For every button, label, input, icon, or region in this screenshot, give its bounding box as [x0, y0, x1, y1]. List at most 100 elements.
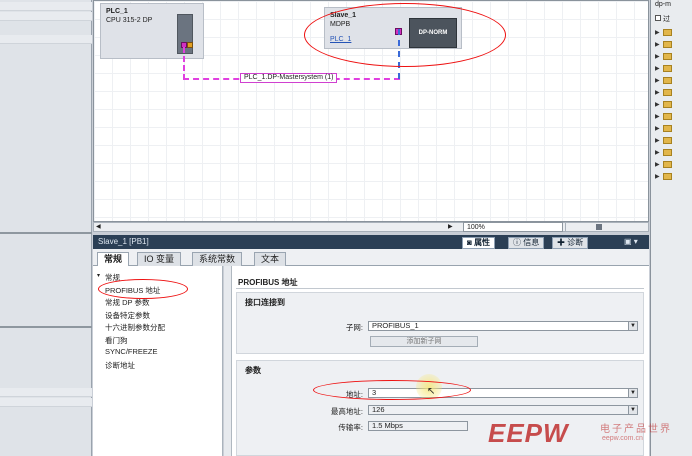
nav-highlight-ellipse — [98, 279, 188, 299]
chevron-down-icon: ▼ — [628, 406, 637, 414]
interface-section-title: 接口连接到 — [245, 298, 285, 307]
scroll-right-icon[interactable]: ▶ — [448, 223, 453, 230]
chevron-down-icon[interactable]: ▼ — [628, 322, 637, 330]
tab-properties-label: 属性 — [474, 238, 491, 247]
info-icon: ⓘ — [513, 238, 524, 247]
subnet-value: PROFIBUS_1 — [372, 321, 419, 330]
tab-diagnostics[interactable]: ✚ 诊断 — [552, 237, 589, 249]
catalog-row[interactable]: ▶ — [655, 148, 692, 157]
max-address-value: 126 — [372, 405, 385, 414]
tab-texts[interactable]: 文本 — [254, 252, 287, 266]
scroll-left-icon[interactable]: ◀ — [96, 223, 101, 230]
folder-icon — [663, 29, 672, 36]
plc-drop-line — [183, 47, 185, 80]
filter-checkbox[interactable] — [655, 15, 661, 21]
collapse-icon[interactable]: ▾ — [97, 272, 100, 279]
expand-icon[interactable]: ▶ — [655, 77, 660, 84]
expand-icon[interactable]: ▶ — [655, 149, 660, 156]
folder-icon — [663, 149, 672, 156]
catalog-row[interactable]: ▶ — [655, 100, 692, 109]
slave-highlight-ellipse — [304, 3, 506, 67]
folder-icon — [663, 53, 672, 60]
catalog-filter-label[interactable]: 过 — [663, 14, 670, 24]
diagnostics-icon: ✚ — [557, 238, 568, 247]
folder-icon — [663, 161, 672, 168]
eepw-logo: EEPW — [488, 418, 569, 448]
nav-item-diag-address[interactable]: 诊断地址 — [105, 360, 135, 371]
tree-row[interactable] — [0, 12, 92, 21]
folder-icon — [663, 65, 672, 72]
subnet-select[interactable]: PROFIBUS_1 ▼ — [368, 321, 638, 331]
expand-icon[interactable]: ▶ — [655, 137, 660, 144]
tree-row[interactable] — [0, 398, 92, 407]
tab-info-label: 信息 — [523, 238, 540, 247]
folder-icon — [663, 41, 672, 48]
expand-icon[interactable]: ▶ — [655, 29, 660, 36]
plc-device[interactable]: PLC_1 CPU 315-2 DP — [100, 3, 204, 59]
nav-splitter[interactable] — [224, 266, 232, 456]
divider — [236, 288, 644, 289]
chevron-down-icon[interactable]: ▼ — [628, 389, 637, 397]
properties-icon: ◙ — [467, 238, 475, 247]
baud-label: 传输率: — [338, 423, 363, 432]
max-address-field: 126 ▼ — [368, 405, 638, 415]
catalog-row[interactable]: ▶ — [655, 40, 692, 49]
folder-icon — [663, 125, 672, 132]
catalog-row[interactable]: ▶ — [655, 88, 692, 97]
tab-general[interactable]: 常规 — [97, 252, 130, 266]
catalog-row[interactable]: ▶ — [655, 136, 692, 145]
add-subnet-button[interactable]: 添加新子网 — [370, 336, 478, 347]
folder-icon — [663, 89, 672, 96]
zoom-slider-handle[interactable] — [596, 224, 602, 230]
catalog-row[interactable]: ▶ — [655, 64, 692, 73]
splitter[interactable] — [0, 232, 92, 234]
nav-item-sync-freeze[interactable]: SYNC/FREEZE — [105, 347, 158, 356]
expand-icon[interactable]: ▶ — [655, 41, 660, 48]
nav-item-device-params[interactable]: 设备特定参数 — [105, 310, 150, 321]
expand-icon[interactable]: ▶ — [655, 89, 660, 96]
zoom-slider[interactable] — [565, 222, 649, 232]
baud-field: 1.5 Mbps — [368, 421, 468, 431]
catalog-row[interactable]: ▶ — [655, 28, 692, 37]
expand-icon[interactable]: ▶ — [655, 101, 660, 108]
max-address-label: 最高地址: — [330, 407, 363, 416]
tab-io-tags[interactable]: IO 变量 — [137, 252, 182, 266]
expand-icon[interactable]: ▶ — [655, 65, 660, 72]
catalog-row[interactable]: ▶ — [655, 124, 692, 133]
catalog-row[interactable]: ▶ — [655, 76, 692, 85]
expand-icon[interactable]: ▶ — [655, 161, 660, 168]
mpi-port-icon[interactable] — [187, 42, 193, 48]
plc-type: CPU 315-2 DP — [106, 17, 153, 24]
nav-item-watchdog[interactable]: 看门狗 — [105, 335, 128, 346]
project-tree-strip — [0, 0, 92, 456]
tab-properties[interactable]: ◙ 属性 — [462, 237, 496, 249]
expand-icon[interactable]: ▶ — [655, 113, 660, 120]
splitter[interactable] — [0, 326, 92, 328]
folder-icon — [663, 173, 672, 180]
network-label[interactable]: PLC_1.DP-Mastersystem (1) — [240, 73, 338, 83]
subnet-label: 子网: — [345, 323, 363, 332]
network-view-canvas[interactable]: PLC_1 CPU 315-2 DP Slave_1 MDPB PLC_1 DP… — [93, 0, 649, 222]
address-highlight-ellipse — [313, 380, 471, 400]
form-title: PROFIBUS 地址 — [238, 278, 298, 287]
expand-icon[interactable]: ▶ — [655, 125, 660, 132]
tab-info[interactable]: ⓘ 信息 — [508, 237, 545, 249]
eepw-slogan: 电子产品世界 — [600, 424, 672, 435]
params-section-title: 参数 — [245, 366, 261, 375]
baud-value: 1.5 Mbps — [372, 421, 403, 430]
zoom-select[interactable]: 100% — [463, 222, 563, 232]
tree-row[interactable] — [0, 388, 92, 397]
panel-controls-icon[interactable]: ▣ ▾ — [624, 237, 638, 246]
tree-row[interactable] — [0, 2, 92, 11]
nav-item-hex-params[interactable]: 十六进制参数分配 — [105, 322, 165, 333]
expand-icon[interactable]: ▶ — [655, 173, 660, 180]
tab-system-constants[interactable]: 系统常数 — [192, 252, 243, 266]
catalog-row[interactable]: ▶ — [655, 160, 692, 169]
catalog-row[interactable]: ▶ — [655, 52, 692, 61]
catalog-row[interactable]: ▶ — [655, 112, 692, 121]
catalog-row[interactable]: ▶ — [655, 172, 692, 181]
tree-row[interactable] — [0, 35, 92, 44]
expand-icon[interactable]: ▶ — [655, 53, 660, 60]
plc-module-icon — [177, 14, 193, 54]
folder-icon — [663, 101, 672, 108]
